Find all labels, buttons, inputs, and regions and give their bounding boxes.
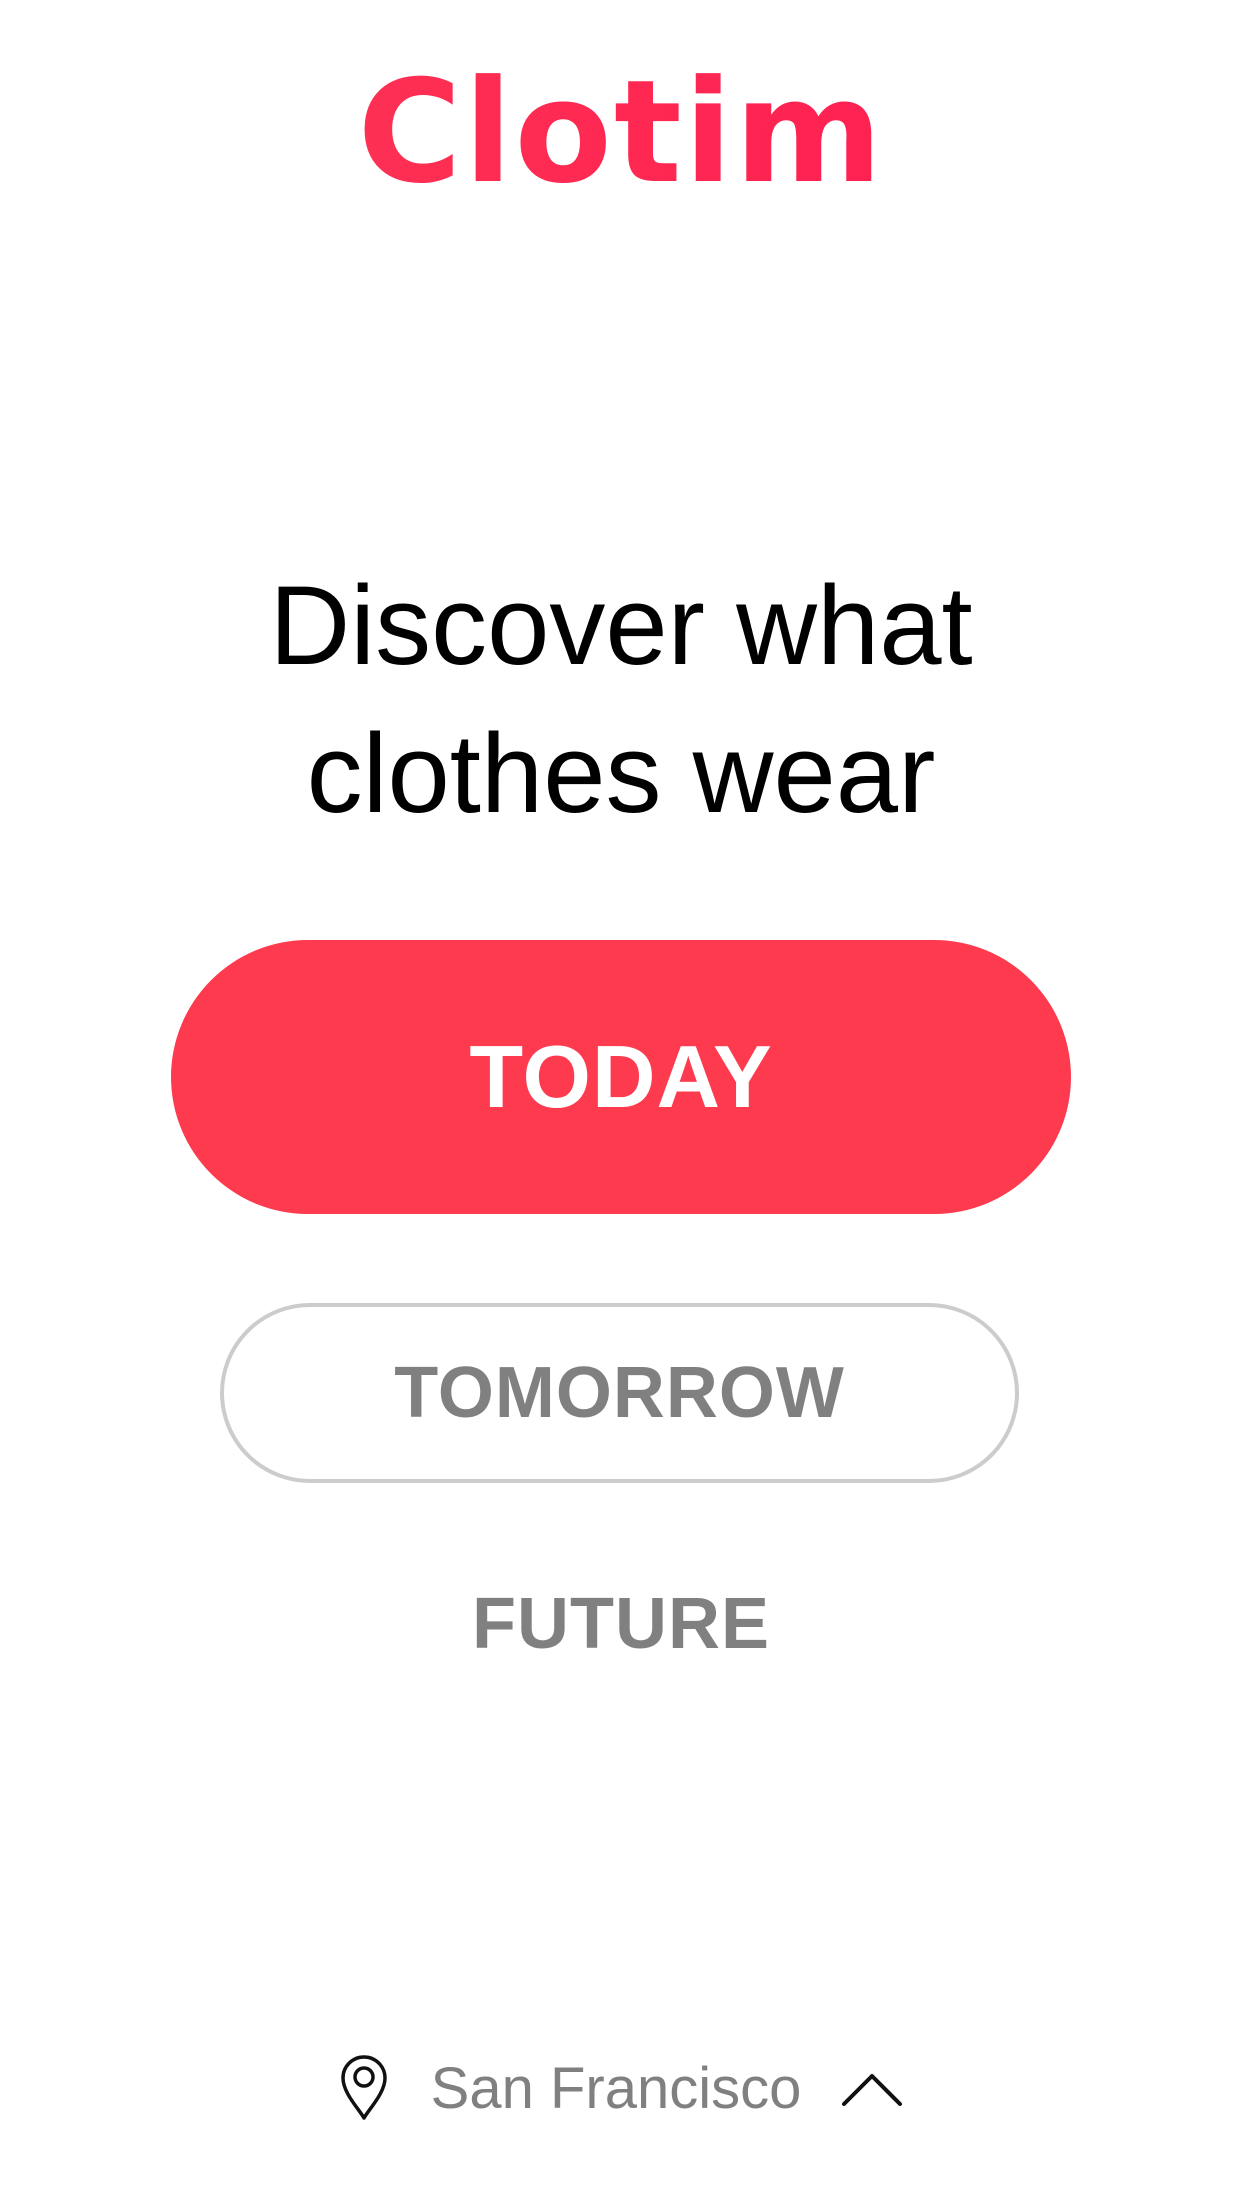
headline-line-2: clothes wear: [306, 711, 936, 836]
location-pin-icon: [339, 2055, 389, 2121]
location-selector[interactable]: San Francisco: [0, 2048, 1242, 2128]
future-button[interactable]: FUTURE: [421, 1574, 821, 1674]
headline: Discover what clothes wear: [0, 552, 1242, 848]
headline-line-1: Discover what: [269, 563, 973, 688]
tomorrow-button[interactable]: TOMORROW: [220, 1303, 1019, 1483]
today-button[interactable]: TODAY: [171, 940, 1071, 1214]
app-logo: Clotim: [0, 58, 1242, 208]
chevron-up-icon[interactable]: [841, 2068, 903, 2108]
location-city-label: San Francisco: [430, 2055, 802, 2121]
